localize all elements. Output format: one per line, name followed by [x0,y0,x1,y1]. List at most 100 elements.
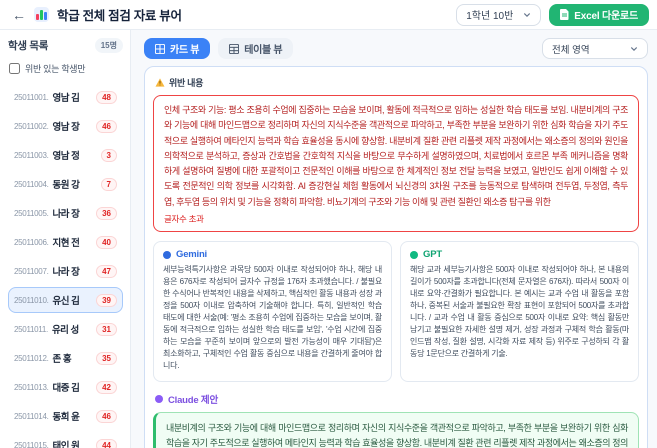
student-id: 25011005. [14,208,49,218]
tab-card-view[interactable]: 카드 뷰 [144,38,211,59]
claude-suggestion-section: Claude 제안 내분비계의 구조와 기능에 대해 마인드맵으로 정리하며 자… [153,392,639,448]
student-name: 동희 윤 [52,412,80,423]
violation-filter: 위반 있는 학생만 [8,62,123,75]
student-row[interactable]: 25011006. 지현 전 40 [8,229,123,255]
bar-chart-logo-icon [34,7,49,22]
student-name: 태인 원 [52,441,80,448]
student-row[interactable]: 25011005. 나라 장 36 [8,200,123,226]
student-id: 25011003. [14,150,49,160]
violation-count-badge: 42 [96,380,117,394]
violation-count-badge: 47 [96,264,117,278]
student-name: 영남 장 [52,122,80,133]
violation-filter-label[interactable]: 위반 있는 학생만 [25,62,86,75]
gpt-card: GPT 해당 교과 세부능기사항은 500자 이내로 작성되어야 하나, 본 내… [400,241,639,383]
gemini-feedback-text: 세부능력특기사항은 과목당 500자 이내로 작성되어야 하나, 해당 내용은 … [163,265,382,371]
student-id: 25011010. [14,295,49,305]
header-actions: 1학년 10반 Excel 다운로드 [456,3,649,26]
student-name: 지현 전 [52,238,80,249]
header: ← 학급 전체 점검 자료 뷰어 1학년 10반 Excel 다운로드 [0,0,657,30]
student-list-title: 학생 목록 [8,40,49,52]
student-id: 25011007. [14,266,49,276]
student-row[interactable]: 25011011. 유리 성 31 [8,316,123,342]
class-inspection-viewer-window: ← 학급 전체 점검 자료 뷰어 1학년 10반 Excel 다운로드 학생 목… [0,0,657,448]
chevron-down-icon [631,46,637,51]
student-id: 25011011. [14,324,48,334]
student-id: 25011015. [14,440,49,448]
violation-count-badge: 7 [100,177,117,191]
gpt-dot-icon [410,250,418,259]
violation-count-badge: 3 [100,148,117,162]
page-title: 학급 전체 점검 자료 뷰어 [57,9,182,23]
claude-dot-icon [155,395,163,404]
student-id: 25011014. [14,411,49,421]
class-select[interactable]: 1학년 10반 [456,3,542,26]
student-list: 25011001. 영남 김 48 25011002. 영남 장 46 25011003… [8,84,123,448]
student-row-selected[interactable]: 25011010. 유신 김 39 [8,287,123,313]
student-name: 나라 장 [52,267,80,278]
student-name: 존 홍 [52,354,72,365]
violation-count-badge: 40 [96,235,117,249]
violation-count-badge: 31 [96,322,117,336]
student-id: 25011001. [14,92,49,102]
violation-filter-checkbox[interactable] [9,63,20,74]
tab-card-view-label: 카드 뷰 [170,45,200,56]
student-row[interactable]: 25011001. 영남 김 48 [8,84,123,110]
student-row[interactable]: 25011004. 동원 강 7 [8,171,123,197]
claude-suggestion-text: 내분비계의 구조와 기능에 대해 마인드맵으로 정리하며 자신의 지식수준을 객… [166,423,628,448]
student-id: 25011002. [14,121,49,131]
violation-box: 인체 구조와 기능: 평소 조용히 수업에 집중하는 모습을 보이며, 활동에 … [153,95,639,233]
student-id: 25011012. [14,353,49,363]
sidebar-header: 학생 목록 15명 [8,38,123,53]
claude-suggestion-box: 내분비계의 구조와 기능에 대해 마인드맵으로 정리하며 자신의 지식수준을 객… [153,412,639,448]
violation-count-badge: 35 [96,351,117,365]
ai-feedback-grid: Gemini 세부능력특기사항은 과목당 500자 이내로 작성되어야 하나, … [153,241,639,383]
student-name: 동원 강 [52,180,80,191]
student-count-badge: 15명 [94,38,123,53]
gpt-card-header: GPT [410,249,629,260]
violation-count-badge: 48 [96,90,117,104]
view-toolbar: 카드 뷰 테이블 뷰 전체 영역 [144,38,648,59]
main-panel: 카드 뷰 테이블 뷰 전체 영역 위반 내용 인체 구조와 기능: 평소 조용히… [131,30,657,448]
student-row[interactable]: 25011014. 동희 윤 46 [8,403,123,429]
violation-count-badge: 36 [96,206,117,220]
excel-file-icon [560,9,569,20]
student-row[interactable]: 25011002. 영남 장 46 [8,113,123,139]
warning-icon [155,78,165,87]
class-select-value: 1학년 10반 [466,11,514,22]
gpt-label: GPT [423,249,442,261]
claude-section-header: Claude 제안 [155,392,639,406]
table-view-icon [229,43,240,54]
tab-table-view-label: 테이블 뷰 [244,45,283,56]
back-button[interactable]: ← [12,8,26,22]
excel-download-button[interactable]: Excel 다운로드 [549,3,649,26]
tab-table-view[interactable]: 테이블 뷰 [218,38,294,59]
gemini-card-header: Gemini [163,249,382,260]
student-id: 25011004. [14,179,49,189]
gpt-feedback-text: 해당 교과 세부능기사항은 500자 이내로 작성되어야 하나, 본 내용의 길… [410,265,629,359]
card-view-icon [155,43,165,54]
violation-count-badge: 46 [96,119,117,133]
student-name: 유신 김 [52,296,80,307]
violation-type-label: 글자수 초과 [164,214,204,225]
student-row[interactable]: 25011003. 영남 정 3 [8,142,123,168]
body: 학생 목록 15명 위반 있는 학생만 25011001. 영남 김 48 2501… [0,30,657,448]
gemini-label: Gemini [176,249,208,261]
student-name: 영남 김 [52,93,80,104]
chevron-down-icon [524,12,531,17]
student-detail-card: 위반 내용 인체 구조와 기능: 평소 조용히 수업에 집중하는 모습을 보이며… [144,66,648,448]
student-name: 나라 장 [52,209,80,220]
gemini-dot-icon [163,250,171,259]
claude-section-title: Claude 제안 [168,395,218,407]
student-row[interactable]: 25011012. 존 홍 35 [8,345,123,371]
violation-count-badge: 39 [96,293,117,307]
area-select-value: 전체 영역 [552,44,590,56]
student-row[interactable]: 25011015. 태인 원 44 [8,432,123,448]
violation-text: 인체 구조와 기능: 평소 조용히 수업에 집중하는 모습을 보이며, 활동에 … [164,105,628,207]
violation-count-badge: 46 [96,409,117,423]
area-select[interactable]: 전체 영역 [542,38,648,59]
student-row[interactable]: 25011013. 대중 김 42 [8,374,123,400]
student-row[interactable]: 25011007. 나라 장 47 [8,258,123,284]
violation-count-badge: 44 [96,438,117,448]
gemini-card: Gemini 세부능력특기사항은 과목당 500자 이내로 작성되어야 하나, … [153,241,392,383]
violation-section-header: 위반 내용 [155,76,639,89]
